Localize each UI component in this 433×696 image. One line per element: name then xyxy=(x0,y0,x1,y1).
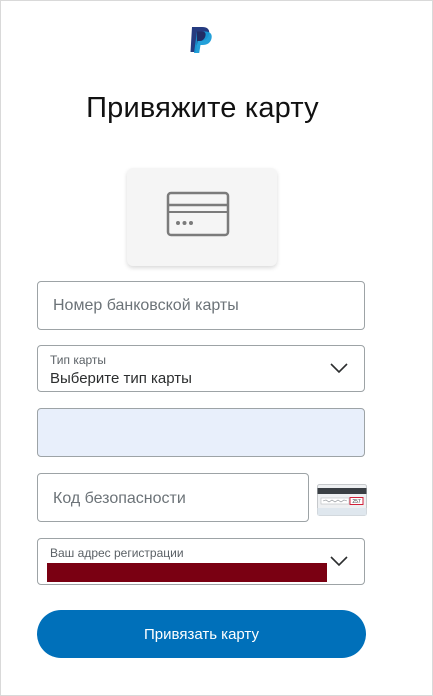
billing-address-select[interactable]: Ваш адрес регистрации xyxy=(37,538,365,585)
security-code-placeholder: Код безопасности xyxy=(53,490,186,507)
card-type-value: Выберите тип карты xyxy=(50,370,192,387)
card-type-select[interactable]: Тип карты Выберите тип карты xyxy=(37,345,365,392)
chevron-down-icon xyxy=(330,363,348,374)
card-illustration xyxy=(127,168,277,266)
link-card-button[interactable]: Привязать карту xyxy=(37,610,366,658)
credit-card-icon xyxy=(166,191,230,237)
billing-address-label: Ваш адрес регистрации xyxy=(50,546,184,560)
chevron-down-icon xyxy=(330,556,348,567)
card-type-label: Тип карты xyxy=(50,353,107,367)
card-number-placeholder: Номер банковской карты xyxy=(53,297,239,314)
security-code-hint-text: 257 xyxy=(352,499,361,505)
page-title: Привяжите карту xyxy=(86,92,319,124)
paypal-logo-icon xyxy=(189,26,215,54)
security-code-field[interactable]: Код безопасности xyxy=(37,473,309,522)
redacted-address-value xyxy=(47,563,327,582)
security-code-card-icon: 257 xyxy=(317,484,367,516)
card-number-field[interactable]: Номер банковской карты xyxy=(37,281,365,330)
expiry-date-field[interactable] xyxy=(37,408,365,457)
